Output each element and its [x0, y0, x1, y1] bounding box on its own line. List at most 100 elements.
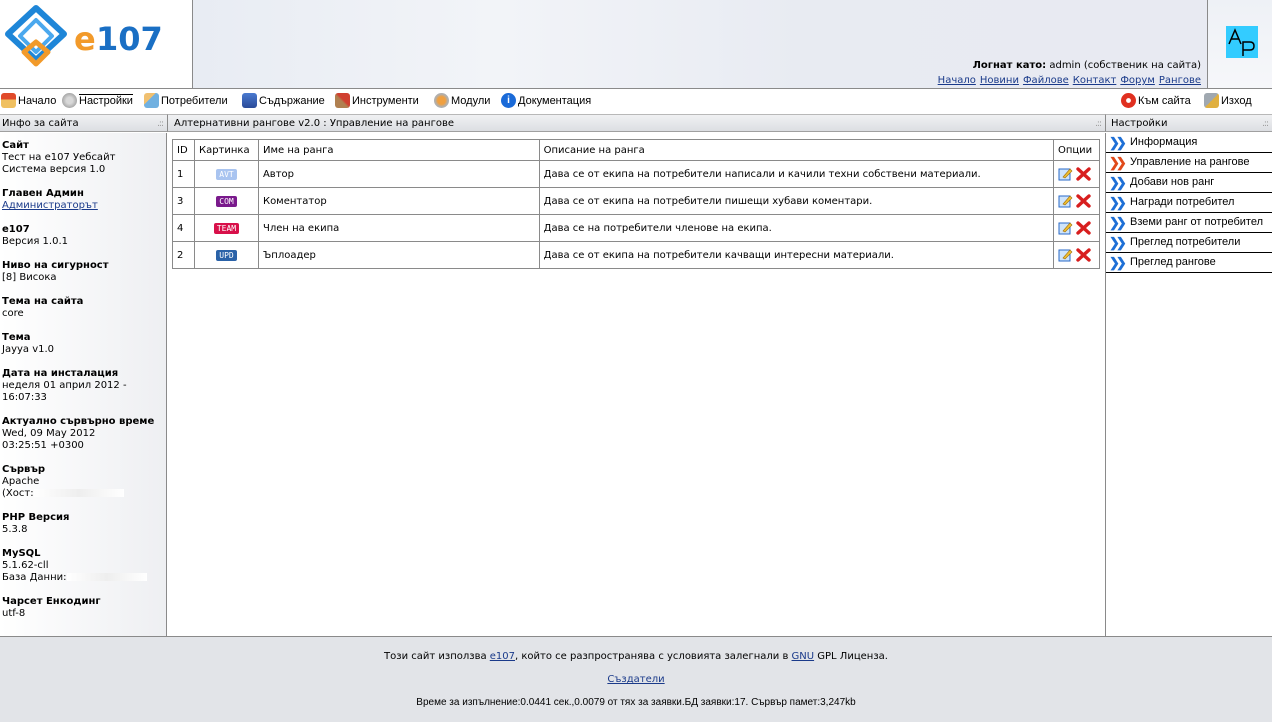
site-logo[interactable]: e 107 [0, 0, 193, 88]
settings-menu-item[interactable]: ❯❯ Преглед рангове [1106, 253, 1272, 273]
info-value: core [2, 308, 24, 319]
toolbar-tools-label: Инструменти [352, 94, 419, 107]
toolbar-home[interactable]: Начало [1, 93, 56, 108]
toolbar-to-site[interactable]: Към сайта [1121, 93, 1191, 108]
rank-description: Дава се от екипа на потребители качващи … [538, 241, 1054, 269]
header-link-ranks[interactable]: Рангове [1159, 75, 1201, 86]
grip-icon[interactable]: .:: [157, 115, 164, 133]
settings-menu-item[interactable]: ❯❯ Преглед потребители [1106, 233, 1272, 253]
toolbar-to-site-label: Към сайта [1138, 94, 1191, 107]
rank-image-cell: COM [193, 187, 259, 215]
rank-badge: COM [216, 195, 237, 207]
rank-name: Автор [257, 160, 540, 188]
rank-description: Дава се от екипа на потребители пишещи х… [538, 187, 1054, 215]
info-php: PHP Версия 5.3.8 [0, 512, 166, 536]
info-label: MySQL [2, 548, 41, 559]
settings-menu-label: Преглед потребители [1130, 236, 1241, 248]
e107-logo-icon: e 107 [5, 5, 163, 67]
info-label: e107 [2, 224, 30, 235]
settings-menu-item[interactable]: ❯❯ Награди потребител [1106, 193, 1272, 213]
col-name: Име на ранга [257, 139, 540, 161]
info-label: PHP Версия [2, 512, 70, 523]
info-label: Главен Админ [2, 188, 84, 199]
left-panel-header: Инфо за сайта .:: [0, 114, 167, 132]
grip-icon[interactable]: .:: [1095, 115, 1102, 133]
edit-icon[interactable] [1058, 167, 1073, 181]
info-site-theme: Тема на сайта core [0, 296, 166, 320]
edit-icon[interactable] [1058, 248, 1073, 262]
user-info: Логнат като: admin (собственик на сайта)… [934, 58, 1201, 88]
table-row: 4 TEAM Член на екипа Дава се на потребители… [172, 214, 1101, 242]
ap-logo-icon[interactable] [1226, 26, 1258, 58]
toolbar-tools[interactable]: Инструменти [335, 93, 419, 108]
delete-icon[interactable] [1076, 194, 1091, 208]
footer-license: Този сайт използва e107, който се разпро… [0, 651, 1272, 662]
edit-icon[interactable] [1058, 221, 1073, 235]
users-icon [144, 93, 159, 108]
e107-link[interactable]: e107 [490, 651, 515, 662]
site-info-panel: Сайт Тест на e107 Уебсайт Система версия… [0, 133, 167, 636]
info-label: Ниво на сигурност [2, 260, 109, 271]
footer-text: , който се разпространява с условията за… [515, 651, 792, 662]
info-server-time: Актуално сървърно време Wed, 09 May 2012… [0, 416, 166, 452]
double-chevron-right-icon: ❯❯ [1109, 255, 1127, 270]
main-admin-link[interactable]: Администраторът [2, 200, 98, 211]
toolbar-users[interactable]: Потребители [144, 93, 228, 108]
info-icon: i [501, 93, 516, 108]
toolbar-plugins[interactable]: Модули [434, 93, 490, 108]
credits-link[interactable]: Създатели [607, 674, 664, 685]
delete-icon[interactable] [1076, 167, 1091, 181]
double-chevron-right-icon: ❯❯ [1109, 215, 1127, 230]
info-value: utf-8 [2, 608, 26, 619]
header-link-contact[interactable]: Контакт [1073, 75, 1117, 86]
info-value: Система версия 1.0 [2, 164, 106, 175]
double-chevron-right-icon: ❯❯ [1109, 155, 1127, 170]
rank-id: 3 [172, 187, 195, 215]
settings-menu-label: Преглед рангове [1130, 256, 1216, 268]
info-label: Тема [2, 332, 31, 343]
grip-icon[interactable]: .:: [1262, 115, 1269, 133]
settings-menu-label: Добави нов ранг [1130, 176, 1215, 188]
logged-user: admin (собственик на сайта) [1049, 60, 1201, 71]
header-link-news[interactable]: Новини [980, 75, 1019, 86]
toolbar-content-label: Съдържание [259, 94, 325, 107]
settings-menu-item[interactable]: ❯❯ Вземи ранг от потребител [1106, 213, 1272, 233]
info-value: [8] Висока [2, 272, 57, 283]
redacted-host [33, 489, 124, 497]
info-server: Сървър Apache (Хост: [0, 464, 166, 500]
plugins-icon [434, 93, 449, 108]
toolbar-settings-label: Настройки [79, 94, 133, 107]
header-link-home[interactable]: Начало [938, 75, 976, 86]
rank-id: 2 [172, 241, 195, 269]
svg-text:107: 107 [96, 20, 163, 58]
table-row: 3 COM Коментатор Дава се от екипа на потреб… [172, 187, 1101, 215]
toolbar-content[interactable]: Съдържание [242, 93, 325, 108]
settings-menu-item[interactable]: ❯❯ Информация [1106, 133, 1272, 153]
main-panel-header: Алтернативни рангове v2.0 : Управление н… [167, 114, 1105, 132]
settings-menu-item[interactable]: ❯❯ Добави нов ранг [1106, 173, 1272, 193]
toolbar-settings[interactable]: Настройки [62, 93, 133, 108]
rank-description: Дава се на потребители членове на екипа. [538, 214, 1054, 242]
rank-badge: TEAM [213, 222, 240, 234]
header-link-forum[interactable]: Форум [1120, 75, 1155, 86]
edit-icon[interactable] [1058, 194, 1073, 208]
double-chevron-right-icon: ❯❯ [1109, 195, 1127, 210]
footer-stats: Време за изпълнение:0.0441 сек.,0.0079 о… [416, 697, 856, 708]
info-value: 03:25:51 +0300 [2, 440, 84, 451]
settings-menu-item[interactable]: ❯❯ Управление на рангове [1106, 153, 1272, 173]
col-id: ID [172, 139, 195, 161]
toolbar-docs[interactable]: i Документация [501, 93, 591, 108]
info-site: Сайт Тест на e107 Уебсайт Система версия… [0, 140, 166, 176]
delete-icon[interactable] [1076, 248, 1091, 262]
header-link-downloads[interactable]: Файлове [1023, 75, 1069, 86]
main-panel-title: Алтернативни рангове v2.0 : Управление н… [174, 118, 455, 129]
info-e107: e107 Версия 1.0.1 [0, 224, 166, 248]
toolbar-logout[interactable]: Изход [1204, 93, 1252, 108]
delete-icon[interactable] [1076, 221, 1091, 235]
settings-menu: ❯❯ Информация ❯❯ Управление на рангове ❯❯ Доб… [1106, 133, 1272, 273]
rank-id: 4 [172, 214, 195, 242]
info-value: 16:07:33 [2, 392, 47, 403]
info-value: Jayya v1.0 [2, 344, 55, 355]
gnu-link[interactable]: GNU [792, 651, 815, 662]
footer-text: GPL Лиценза. [814, 651, 888, 662]
